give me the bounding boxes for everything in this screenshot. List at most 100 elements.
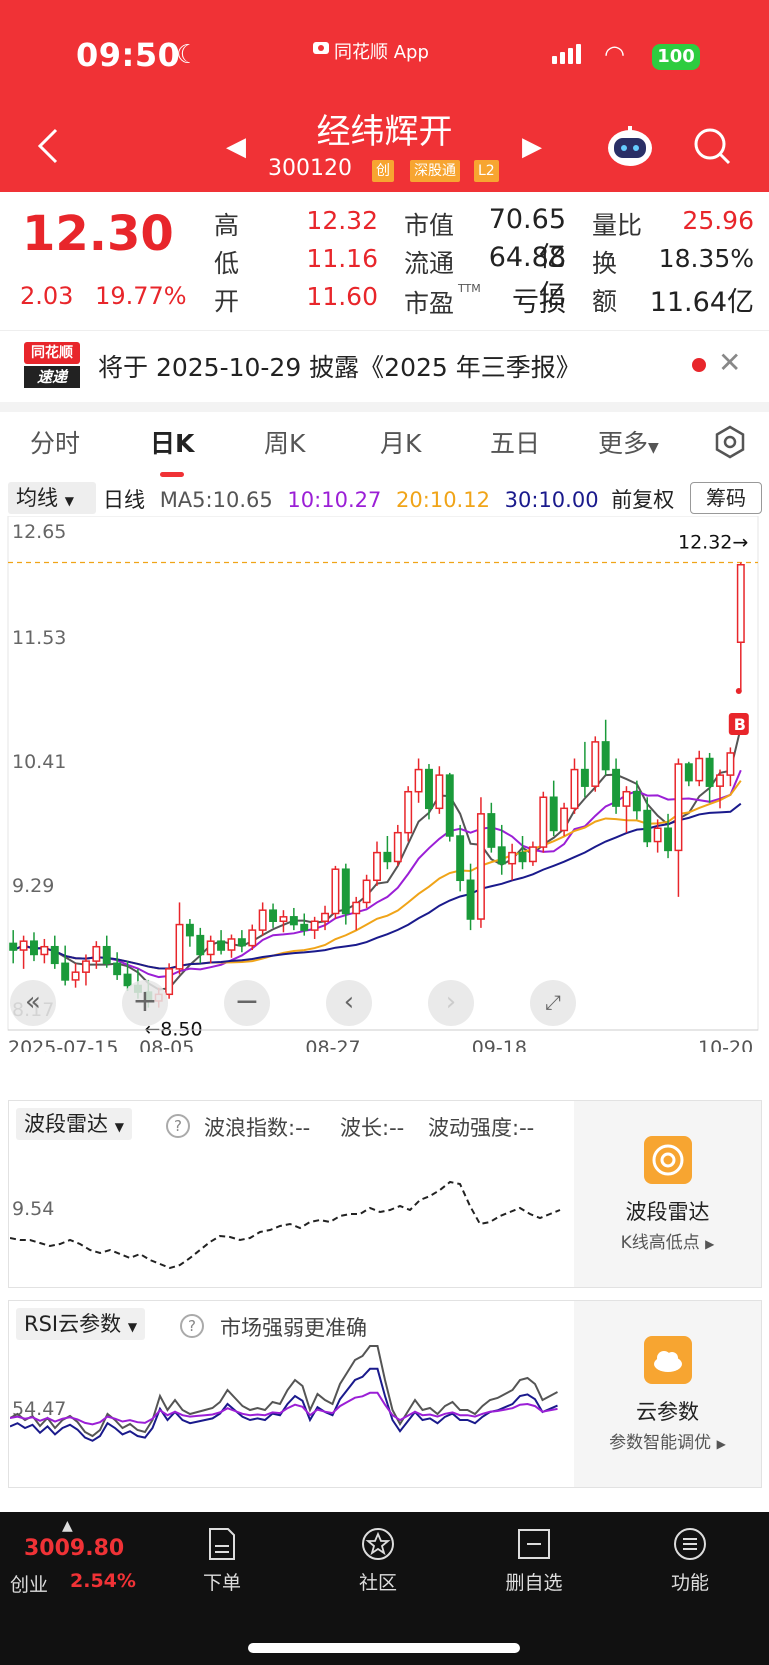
candle-body [373, 851, 381, 882]
candle-body [289, 916, 298, 926]
wave-radar-subtitle: K线高低点 ▶ [574, 1228, 761, 1253]
tab-day-k[interactable]: 日K [150, 424, 194, 460]
rsi-tip: 市场强弱更准确 [220, 1316, 367, 1340]
search-icon[interactable] [692, 126, 732, 166]
candle-body [570, 768, 579, 810]
assistant-robot-icon[interactable] [606, 124, 654, 168]
candle-body [653, 827, 662, 843]
divider [0, 402, 769, 412]
candle-body [476, 813, 485, 920]
wave-radar-subtitle-text: K线高低点 [620, 1233, 700, 1253]
tab-timeshare[interactable]: 分时 [30, 424, 80, 460]
candle-body [560, 807, 569, 832]
candle [258, 902, 267, 936]
candle-body [196, 934, 205, 956]
index-value[interactable]: 3009.80 [24, 1536, 124, 1561]
wave-strength: 波动强度:-- [428, 1116, 535, 1140]
candle-body [393, 831, 402, 863]
zoom-in-button[interactable]: + [122, 980, 168, 1026]
tab-week-k[interactable]: 周K [264, 424, 305, 460]
amount-value: 11.64亿 [649, 287, 754, 318]
tab-five-day[interactable]: 五日 [490, 424, 540, 460]
fullscreen-button[interactable]: ⤢ [530, 980, 576, 1026]
tab-more-label: 更多 [598, 429, 649, 458]
turnover-value: 18.35% [658, 244, 754, 273]
prev-stock-icon[interactable]: ◀ [226, 132, 246, 162]
candle-body [279, 916, 288, 923]
wave-line-chart [10, 1180, 561, 1270]
nav-order[interactable]: 下单 [182, 1568, 262, 1595]
candle-body [175, 923, 184, 970]
remove-watchlist-icon[interactable] [516, 1526, 552, 1562]
functions-icon[interactable] [672, 1526, 708, 1562]
x-tick-label: 09-18 [472, 1037, 527, 1052]
notice-text[interactable]: 将于 2025-10-29 披露《2025 年三季报》 [98, 348, 581, 384]
help-icon[interactable]: ? [166, 1114, 190, 1138]
collapse-left-button[interactable]: « [10, 980, 56, 1026]
candle [456, 824, 465, 892]
candle [102, 935, 111, 968]
candle [684, 761, 693, 787]
settings-icon[interactable] [712, 424, 748, 460]
rsi-selector[interactable]: RSI云参数 ▼ [16, 1308, 146, 1340]
candle [424, 764, 433, 820]
candle-body [487, 813, 496, 848]
radar-icon [652, 1144, 684, 1176]
candle [705, 752, 714, 803]
cloud-params-subtitle: 参数智能调优 ▶ [574, 1428, 761, 1453]
close-icon[interactable]: ✕ [718, 346, 741, 379]
candle-body [341, 868, 350, 915]
candle-body [237, 938, 246, 947]
y-tick-label: 9.29 [12, 875, 54, 897]
low-label: 低 [214, 249, 240, 278]
candle [393, 824, 402, 866]
candle-body [258, 909, 267, 931]
candle [373, 841, 381, 886]
zoom-out-button[interactable]: − [224, 980, 270, 1026]
candle-body [726, 752, 735, 776]
candle [227, 934, 236, 958]
next-stock-icon[interactable]: ▶ [522, 132, 542, 162]
candle-body [92, 945, 101, 962]
wave-selector[interactable]: 波段雷达 ▼ [16, 1108, 132, 1140]
wave-radar-promo[interactable] [574, 1101, 761, 1287]
candle [580, 741, 589, 798]
candle [40, 938, 49, 964]
candle-body [539, 796, 548, 848]
high-annotation: 12.32→ [678, 532, 748, 554]
wave-line [10, 1180, 561, 1270]
turnover-label: 换 [592, 249, 618, 278]
ma-selector[interactable]: 均线 ▼ [8, 482, 96, 514]
chevron-down-icon: ▼ [127, 1320, 138, 1334]
pan-right-button[interactable]: › [428, 980, 474, 1026]
order-icon[interactable] [204, 1526, 240, 1562]
notice-logo-top: 同花顺 [24, 342, 80, 364]
chevron-right-icon: ▶ [716, 1437, 726, 1451]
candle-body [30, 940, 38, 956]
nav-functions[interactable]: 功能 [650, 1568, 730, 1595]
tab-month-k[interactable]: 月K [380, 424, 421, 460]
candle-body [310, 920, 319, 931]
tab-more[interactable]: 更多▼ [598, 424, 659, 460]
volume-ratio-label: 量比 [592, 211, 643, 240]
nav-community[interactable]: 社区 [338, 1568, 418, 1595]
pe-value: 亏损 [512, 287, 566, 318]
kline-chart[interactable]: 12.6511.5310.419.298.1712.32→←8.50B2025-… [0, 516, 769, 1052]
rsi-line-chart [10, 1345, 558, 1442]
adjust-label[interactable]: 前复权 [611, 488, 674, 512]
candle [539, 791, 548, 853]
candle [414, 758, 423, 803]
app-logo-icon [313, 42, 329, 54]
chevron-down-icon: ▼ [648, 440, 659, 456]
ma10-value: 10:10.27 [287, 488, 382, 512]
nav-remove-watchlist[interactable]: 删自选 [494, 1568, 574, 1595]
candle [601, 719, 610, 776]
pan-left-button[interactable]: ‹ [326, 980, 372, 1026]
community-icon[interactable] [360, 1526, 396, 1562]
candle-body [580, 768, 589, 787]
candle-body [9, 942, 18, 951]
chip-button[interactable]: 筹码 [690, 482, 762, 514]
rsi-promo[interactable] [574, 1301, 761, 1487]
candle-body [518, 851, 527, 863]
help-icon[interactable]: ? [180, 1314, 204, 1338]
